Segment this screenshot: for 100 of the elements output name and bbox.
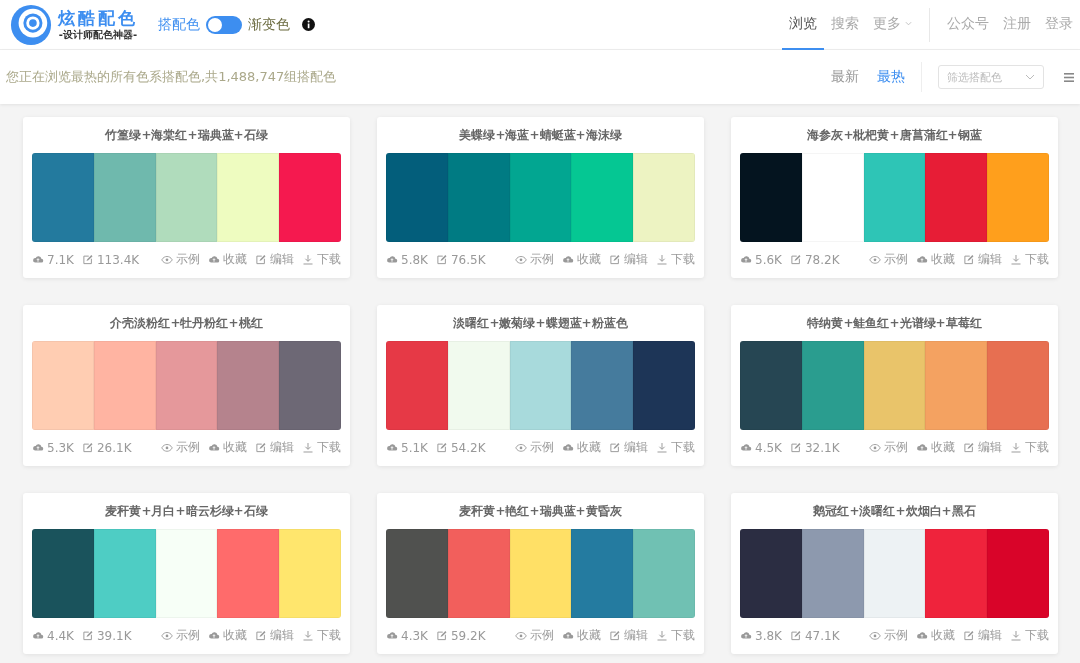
color-swatch[interactable] [93,529,156,618]
action-link[interactable]: 示例 [530,251,554,268]
palette-title[interactable]: 海参灰+枇杷黄+唐菖蒲红+钢蓝 [740,127,1049,143]
action-link[interactable]: 编辑 [624,439,648,456]
color-swatch[interactable] [217,153,280,242]
color-swatch[interactable] [571,153,634,242]
action-link[interactable]: 收藏 [223,627,247,644]
action-link[interactable]: 示例 [176,251,200,268]
color-swatch[interactable] [801,153,864,242]
action-link[interactable]: 示例 [884,251,908,268]
color-swatch[interactable] [386,153,448,242]
action-link[interactable]: 收藏 [223,251,247,268]
action-link[interactable]: 下载 [1025,627,1049,644]
palette-title[interactable]: 麦秆黄+月白+暗云杉绿+石绿 [32,503,341,519]
color-swatch[interactable] [987,341,1049,430]
color-swatch[interactable] [155,529,218,618]
color-swatch[interactable] [509,341,572,430]
color-swatch[interactable] [740,153,802,242]
nav-link[interactable]: 登录 [1038,0,1080,50]
mode-label[interactable]: 渐变色 [248,15,290,34]
palette-title[interactable]: 淡曙红+嫩菊绿+蝶翅蓝+粉蓝色 [386,315,695,331]
color-swatch[interactable] [386,529,448,618]
action-link[interactable]: 编辑 [978,251,1002,268]
color-swatch[interactable] [509,529,572,618]
action-link[interactable]: 收藏 [931,627,955,644]
color-swatch[interactable] [801,341,864,430]
color-swatch[interactable] [740,529,802,618]
color-swatch[interactable] [155,153,218,242]
mode-label[interactable]: 搭配色 [158,15,200,34]
action-link[interactable]: 下载 [317,251,341,268]
color-swatch[interactable] [801,529,864,618]
color-swatch[interactable] [863,529,926,618]
color-swatch[interactable] [447,341,510,430]
color-swatch[interactable] [447,529,510,618]
action-link[interactable]: 编辑 [978,627,1002,644]
color-swatch[interactable] [987,153,1049,242]
action-link[interactable]: 编辑 [270,627,294,644]
palette-title[interactable]: 麦秆黄+艳红+瑞典蓝+黄昏灰 [386,503,695,519]
color-swatch[interactable] [863,341,926,430]
color-swatch[interactable] [279,529,341,618]
action-link[interactable]: 示例 [884,627,908,644]
color-swatch[interactable] [279,153,341,242]
action-link[interactable]: 编辑 [624,627,648,644]
action-link[interactable]: 收藏 [223,439,247,456]
action-link[interactable]: 示例 [176,439,200,456]
action-link[interactable]: 编辑 [624,251,648,268]
color-swatch[interactable] [633,341,695,430]
nav-link[interactable]: 公众号 [940,0,996,50]
action-link[interactable]: 下载 [317,439,341,456]
action-link[interactable]: 收藏 [577,439,601,456]
color-swatch[interactable] [447,153,510,242]
color-swatch[interactable] [925,153,988,242]
action-link[interactable]: 编辑 [270,439,294,456]
color-swatch[interactable] [32,153,94,242]
sort-link[interactable]: 最新 [831,68,859,86]
nav-link[interactable]: 搜索 [824,0,866,50]
nav-link[interactable]: 更多 [866,0,919,50]
toggle-switch[interactable] [206,15,242,34]
palette-title[interactable]: 特纳黄+鲑鱼红+光谱绿+草莓红 [740,315,1049,331]
color-swatch[interactable] [925,529,988,618]
color-swatch[interactable] [386,341,448,430]
color-swatch[interactable] [217,341,280,430]
color-swatch[interactable] [32,341,94,430]
color-swatch[interactable] [32,529,94,618]
action-link[interactable]: 收藏 [577,627,601,644]
color-swatch[interactable] [863,153,926,242]
color-swatch[interactable] [509,153,572,242]
color-swatch[interactable] [987,529,1049,618]
menu-icon[interactable] [1064,72,1074,82]
action-link[interactable]: 示例 [530,627,554,644]
action-link[interactable]: 下载 [671,627,695,644]
color-swatch[interactable] [571,341,634,430]
action-link[interactable]: 编辑 [270,251,294,268]
action-link[interactable]: 下载 [317,627,341,644]
info-icon[interactable] [302,18,315,31]
color-swatch[interactable] [93,153,156,242]
color-swatch[interactable] [93,341,156,430]
action-link[interactable]: 收藏 [931,439,955,456]
action-link[interactable]: 收藏 [577,251,601,268]
action-link[interactable]: 收藏 [931,251,955,268]
action-link[interactable]: 下载 [671,439,695,456]
color-swatch[interactable] [633,529,695,618]
action-link[interactable]: 示例 [176,627,200,644]
color-swatch[interactable] [279,341,341,430]
action-link[interactable]: 编辑 [978,439,1002,456]
palette-title[interactable]: 美蝶绿+海蓝+蜻蜓蓝+海沫绿 [386,127,695,143]
nav-link[interactable]: 注册 [996,0,1038,50]
color-swatch[interactable] [740,341,802,430]
color-swatch[interactable] [633,153,695,242]
action-link[interactable]: 下载 [671,251,695,268]
filter-select[interactable]: 筛选搭配色 [938,65,1044,89]
color-swatch[interactable] [925,341,988,430]
action-link[interactable]: 下载 [1025,439,1049,456]
palette-title[interactable]: 竹篁绿+海棠红+瑞典蓝+石绿 [32,127,341,143]
sort-link[interactable]: 最热 [877,68,905,86]
action-link[interactable]: 示例 [530,439,554,456]
palette-title[interactable]: 鹅冠红+淡曙红+炊烟白+黑石 [740,503,1049,519]
color-swatch[interactable] [571,529,634,618]
color-swatch[interactable] [155,341,218,430]
color-swatch[interactable] [217,529,280,618]
